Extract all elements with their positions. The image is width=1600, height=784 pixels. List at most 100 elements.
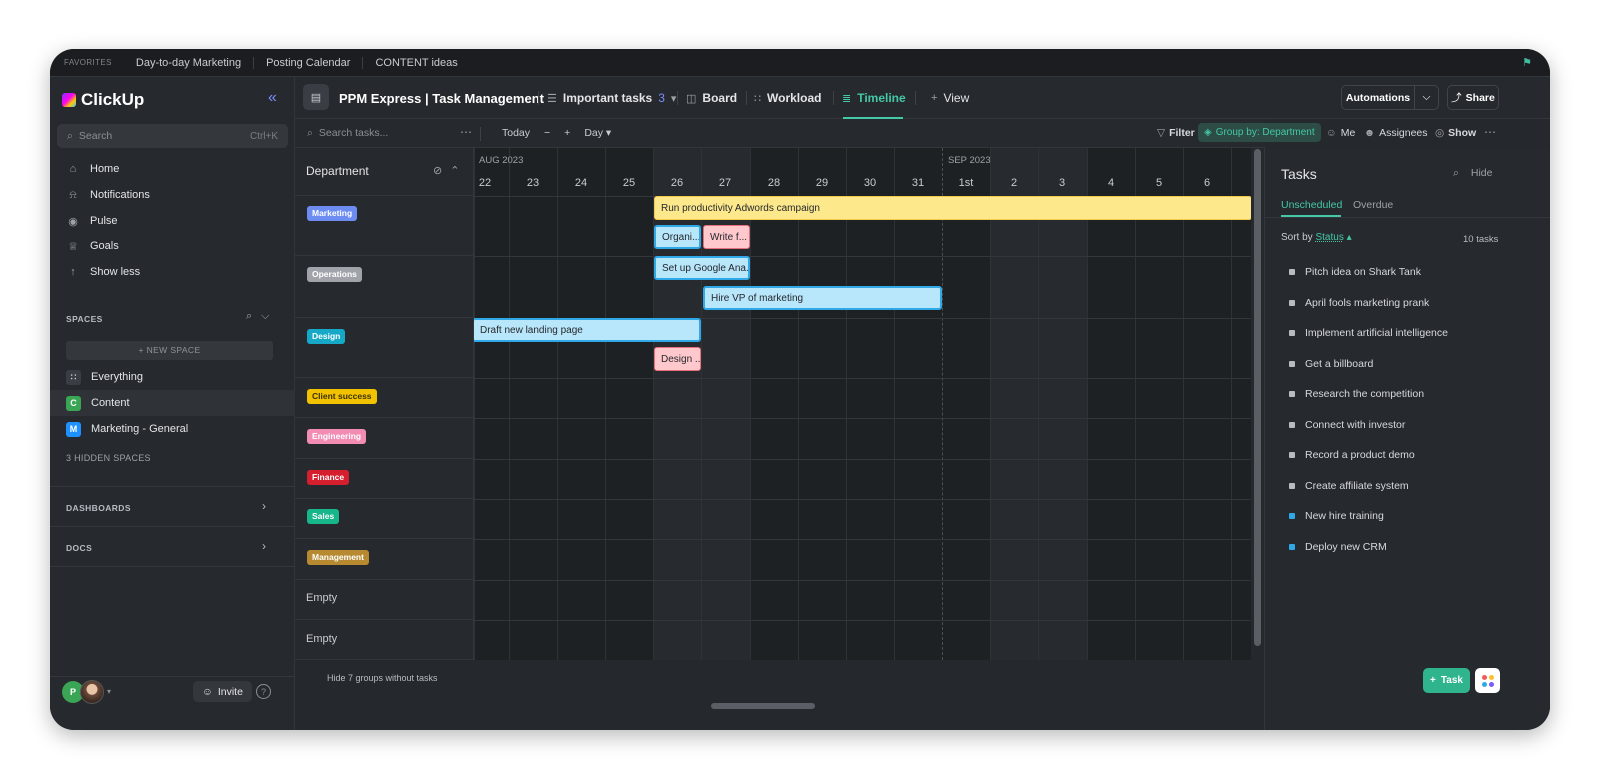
day-label: 25 [622,177,636,189]
hide-empty-groups-link[interactable]: Hide 7 groups without tasks [327,673,438,683]
more-options-icon[interactable]: ⋯ [460,125,472,139]
sidebar-item-goals[interactable]: ♕ Goals [66,236,119,256]
folder-icon[interactable]: ▤ [303,84,329,110]
tab-board[interactable]: ◫ Board [686,91,737,105]
filter-button[interactable]: ▽ Filter [1157,127,1195,139]
person-icon: ☺ [1326,127,1337,139]
space-everything[interactable]: ∷ Everything [50,364,295,390]
vertical-scrollbar[interactable] [1254,149,1261,646]
tag-finance[interactable]: Finance [307,470,350,485]
list-item[interactable]: Deploy new CRM [1289,541,1387,553]
list-item[interactable]: Pitch idea on Shark Tank [1289,266,1421,278]
tab-timeline[interactable]: ≣ Timeline [842,91,906,105]
help-icon[interactable]: ? [256,684,271,699]
task-bar[interactable]: Draft new landing page [474,318,701,342]
task-bar[interactable]: Run productivity Adwords campaign [654,196,1251,220]
favorite-day-to-day-marketing[interactable]: Day-to-day Marketing [124,57,253,69]
sidebar-search-input[interactable]: ⌕ Search Ctrl+K [57,124,288,148]
caret-up-icon: ▴ [1346,232,1352,243]
grid-icon: ∷ [66,369,81,385]
page-title[interactable]: PPM Express | Task Management [339,91,544,106]
list-item[interactable]: Record a product demo [1289,449,1415,461]
task-search-input[interactable]: ⌕ Search tasks... [307,127,388,140]
hide-panel-button[interactable]: Hide [1471,167,1493,180]
add-view-button[interactable]: + View [931,91,969,105]
list-item[interactable]: Get a billboard [1289,358,1373,370]
hidden-spaces-link[interactable]: 3 HIDDEN SPACES [66,453,151,463]
list-item[interactable]: Research the competition [1289,388,1424,400]
automations-dropdown-icon[interactable]: ⌵ [1414,85,1439,110]
day-column [798,148,846,660]
list-item[interactable]: April fools marketing prank [1289,297,1429,309]
tag-marketing[interactable]: Marketing [307,206,358,221]
scale-dropdown[interactable]: Day ▾ [584,127,611,139]
collapse-sidebar-icon[interactable]: « [268,89,277,107]
chevron-down-icon[interactable]: ⌵ [261,310,269,323]
tab-important-tasks[interactable]: ☰ Important tasks 3 ▾ [547,91,676,105]
tag-operations[interactable]: Operations [307,267,362,282]
tab-workload[interactable]: ∷ Workload [754,91,821,105]
day-label: 6 [1203,177,1211,189]
add-task-label: Task [1440,675,1463,686]
space-content[interactable]: C Content [50,390,295,416]
timeline-toolbar: ⌕ Search tasks... ⋯ Today − + Day ▾ ▽ Fi… [295,119,1265,148]
space-marketing-general[interactable]: M Marketing - General [50,416,295,442]
apps-icon[interactable] [1475,668,1500,693]
caret-down-icon[interactable]: ▾ [107,687,111,696]
zoom-in-icon[interactable]: + [564,127,570,139]
tag-management[interactable]: Management [307,550,369,565]
tab-unscheduled[interactable]: Unscheduled [1281,199,1342,211]
sidebar-item-notifications[interactable]: ⍾ Notifications [66,185,150,205]
favorite-posting-calendar[interactable]: Posting Calendar [253,56,362,69]
group-row-operations: Operations [295,256,474,318]
tag-engineering[interactable]: Engineering [307,429,367,444]
more-options-icon[interactable]: ⋯ [1484,125,1496,139]
divider [915,91,916,105]
list-item[interactable]: Implement artificial intelligence [1289,327,1448,339]
docs-heading[interactable]: DOCS [66,543,92,553]
assignees-button[interactable]: ☻ Assignees [1364,127,1428,139]
task-bar[interactable]: Design ... [654,347,701,371]
sidebar-item-show-less[interactable]: ↑ Show less [66,262,140,282]
tag-sales[interactable]: Sales [307,509,340,524]
sidebar-item-home[interactable]: ⌂ Home [66,159,120,179]
task-bar[interactable]: Write f... [703,225,750,249]
task-bar[interactable]: Set up Google Ana... [654,256,750,280]
me-filter-button[interactable]: ☺ Me [1326,127,1355,139]
search-icon[interactable]: ⌕ [1453,167,1459,180]
group-row-design: Design [295,318,474,378]
new-space-button[interactable]: + NEW SPACE [66,341,273,360]
group-by-button[interactable]: ◈ Group by: Department [1198,123,1321,142]
favorite-content-ideas[interactable]: CONTENT ideas [362,56,469,69]
dashboards-heading[interactable]: DASHBOARDS [66,503,131,513]
zoom-out-icon[interactable]: − [544,127,550,139]
task-bar[interactable]: Organi... [654,225,701,249]
task-bar[interactable]: Hire VP of marketing [703,286,942,310]
sort-control[interactable]: Sort by Status ▴ [1281,232,1352,243]
today-button[interactable]: Today [502,127,530,139]
tag-client-success[interactable]: Client success [307,389,377,404]
add-task-button[interactable]: + Task [1423,668,1470,693]
sidebar-item-pulse[interactable]: ◉ Pulse [66,211,117,231]
pin-icon[interactable]: ⚑ [1522,56,1532,69]
show-button[interactable]: ◎ Show [1435,127,1476,139]
list-item[interactable]: Create affiliate system [1289,480,1409,492]
clickup-logo[interactable]: ClickUp [62,90,144,110]
sidebar-search-placeholder: Search [78,130,113,142]
sort-field[interactable]: Status [1315,232,1343,243]
user-avatar[interactable] [80,680,104,704]
list-item[interactable]: Connect with investor [1289,419,1405,431]
tag-design[interactable]: Design [307,329,346,344]
apps-dot [1481,674,1487,680]
list-item[interactable]: New hire training [1289,510,1384,522]
chevron-right-icon[interactable]: › [262,539,266,553]
chevron-right-icon[interactable]: › [262,499,266,513]
invite-button[interactable]: ☺ Invite [193,681,252,702]
share-button[interactable]: ⤴ Share [1447,85,1499,110]
automations-button[interactable]: Automations [1341,85,1414,110]
assignees-label: Assignees [1379,127,1428,139]
plus-icon: + [931,92,938,104]
horizontal-scrollbar[interactable] [711,703,815,709]
search-spaces-icon[interactable]: ⌕ [246,310,252,323]
tab-overdue[interactable]: Overdue [1353,199,1393,211]
